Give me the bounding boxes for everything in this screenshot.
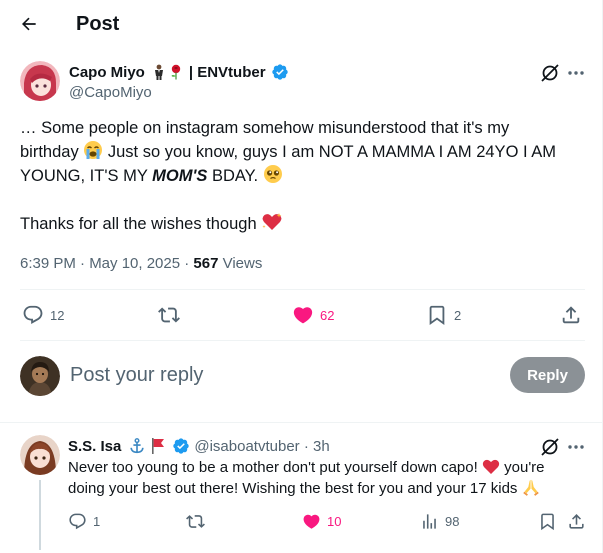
reply-action[interactable]: 12 [22, 300, 64, 330]
emphasis-text: MOM'S [152, 167, 208, 185]
reply-text: Never too young to be a mother don't put… [68, 459, 545, 497]
tweet-text-line: Thanks for all the wishes though [20, 212, 585, 236]
reply-author-name[interactable]: S.S. Isa [68, 438, 121, 455]
current-user-avatar [20, 356, 60, 396]
heart-filled-icon [293, 307, 313, 324]
more-options-icon[interactable] [566, 63, 586, 83]
repost-action[interactable] [158, 300, 180, 330]
repost-icon [158, 307, 180, 323]
like-action[interactable]: 62 [292, 300, 334, 330]
tweet-text: … Some people on instagram somehow misun… [20, 116, 585, 236]
reply-author-handle[interactable]: @isaboatvtuber · 3h [194, 438, 329, 455]
post-detail-page: Post Capo Miyo | ENVtuber @CapoMiyo … So… [0, 0, 603, 553]
tweet-timestamp[interactable]: 6:39 PM · May 10, 2025 · 567 Views [20, 255, 262, 272]
header: Post [0, 0, 603, 48]
bookmark-action[interactable]: 2 [426, 300, 461, 330]
thread-line [39, 480, 41, 550]
bookmark-icon [541, 513, 554, 530]
share-action[interactable] [567, 508, 586, 534]
grok-icon[interactable] [540, 437, 560, 457]
reply-action-bar: 1 10 98 [68, 508, 588, 534]
share-action[interactable] [560, 300, 582, 330]
bookmark-icon [429, 305, 445, 326]
sparkling-heart-emoji-icon [262, 213, 282, 230]
arrow-left-icon [22, 17, 36, 31]
repost-action[interactable] [186, 508, 205, 534]
share-icon [569, 513, 584, 529]
reply-input[interactable]: Post your reply [70, 364, 203, 387]
repost-icon [186, 514, 205, 528]
bookmark-action[interactable] [538, 508, 557, 534]
verified-badge-icon [271, 64, 288, 80]
views-action[interactable]: 98 [420, 508, 459, 534]
divider [20, 340, 585, 341]
tweet-action-bar: 12 62 2 [20, 300, 585, 330]
comment-icon [69, 513, 86, 529]
red-heart-emoji-icon [482, 459, 500, 474]
like-action[interactable]: 10 [302, 508, 341, 534]
divider [20, 289, 585, 290]
pleading-face-emoji-icon [263, 165, 282, 183]
author-display-name: Capo Miyo [69, 63, 145, 81]
anchor-icon [130, 438, 145, 454]
bookmark-count: 2 [454, 307, 462, 323]
divider [0, 422, 603, 423]
views-count: 567 [193, 255, 219, 272]
author-name-suffix: | ENVtuber [188, 63, 266, 81]
person-in-suit-icon [154, 64, 163, 80]
analytics-icon [423, 513, 436, 529]
author-name[interactable]: Capo Miyo | ENVtuber [69, 63, 289, 81]
reply-author-avatar[interactable] [20, 435, 60, 475]
folded-hands-emoji-icon [522, 479, 539, 496]
comment-icon [23, 305, 43, 324]
crying-face-emoji-icon [84, 141, 103, 159]
page-title: Post [76, 13, 120, 35]
reply-header: S.S. Isa @isaboatvtuber · 3h [68, 437, 330, 455]
tweet-text-line: birthday Just so you know, guys I am NOT… [20, 140, 585, 164]
share-icon [562, 306, 580, 324]
tweet-text-line: … Some people on instagram somehow misun… [20, 119, 510, 137]
tweet-text-spacer [20, 188, 585, 212]
reply-count: 1 [93, 513, 101, 529]
reply-submit-button[interactable]: Reply [510, 357, 585, 393]
heart-filled-icon [303, 514, 320, 529]
verified-badge-icon [173, 438, 190, 454]
more-options-icon[interactable] [566, 437, 586, 457]
rose-icon [171, 64, 181, 80]
reply-count: 12 [50, 307, 65, 323]
views-count: 98 [445, 513, 460, 529]
author-handle[interactable]: @CapoMiyo [69, 84, 152, 101]
author-avatar[interactable] [20, 61, 60, 101]
back-button[interactable] [14, 10, 44, 38]
like-count: 10 [327, 513, 342, 529]
grok-icon[interactable] [540, 63, 560, 83]
tweet-text-line: YOUNG, IT'S MY MOM'S BDAY. [20, 164, 585, 188]
red-flag-icon [152, 438, 165, 454]
reply-action[interactable]: 1 [68, 508, 100, 534]
like-count: 62 [320, 307, 335, 323]
